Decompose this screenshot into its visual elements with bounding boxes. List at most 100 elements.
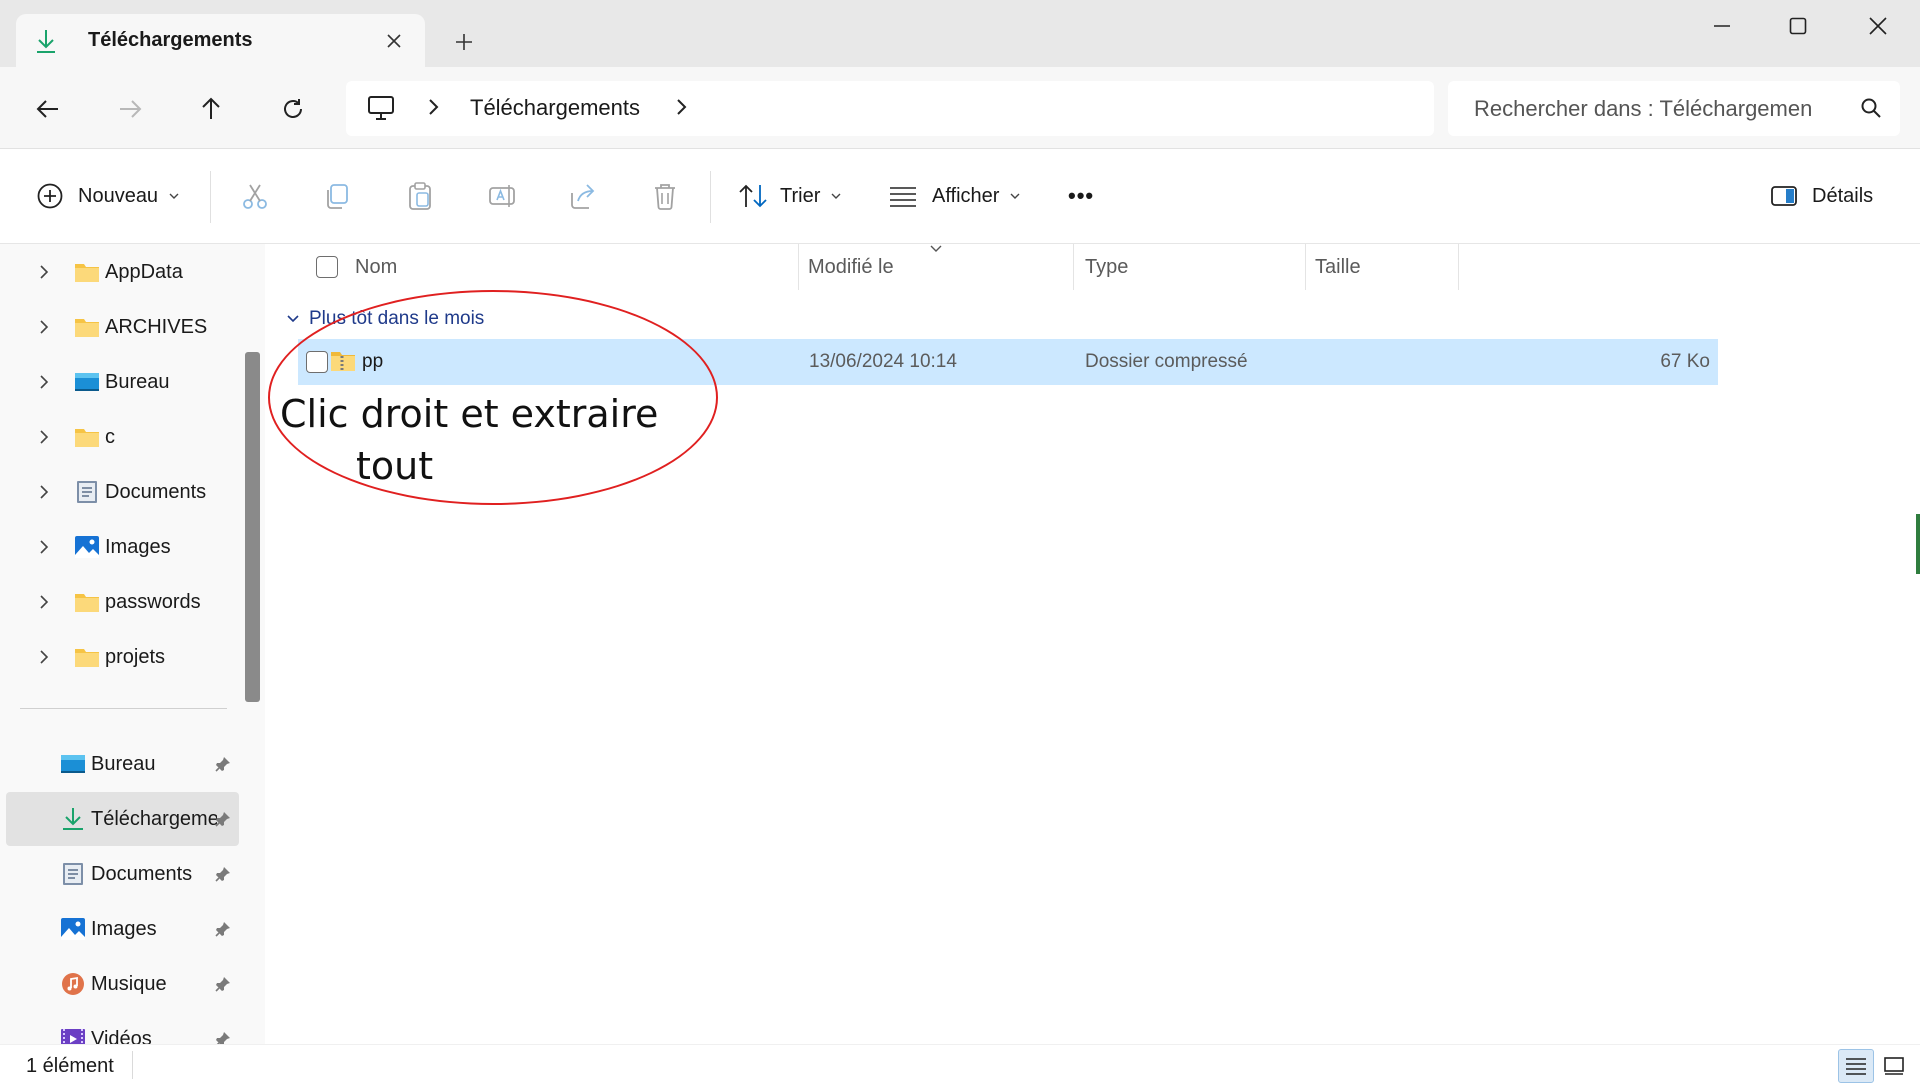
item-count: 1 élément <box>26 1055 114 1077</box>
sidebar-item-label: passwords <box>105 591 201 613</box>
sidebar-item-archives[interactable]: ARCHIVES <box>0 304 240 350</box>
chevron-right-icon[interactable] <box>38 483 50 501</box>
sort-button[interactable]: Trier <box>738 173 842 219</box>
arrow-right-icon <box>120 100 142 118</box>
tiles-view-button[interactable] <box>1876 1049 1912 1083</box>
details-pane-button[interactable]: Détails <box>1770 173 1873 219</box>
column-label: Type <box>1085 255 1129 278</box>
close-icon <box>1869 17 1887 35</box>
forward-button[interactable] <box>108 87 152 131</box>
search-input[interactable] <box>1448 81 1848 136</box>
column-header-size[interactable]: Taille <box>1315 244 1361 290</box>
refresh-icon <box>284 99 302 118</box>
computer-icon[interactable] <box>366 93 396 128</box>
paste-icon <box>409 182 431 210</box>
chevron-right-icon[interactable] <box>38 318 50 336</box>
close-tab-icon[interactable] <box>379 26 409 56</box>
paste-button[interactable] <box>405 173 435 219</box>
quick-access-telechargements[interactable]: Téléchargements <box>0 796 240 842</box>
details-label: Détails <box>1812 184 1874 207</box>
plus-circle-icon <box>37 183 63 209</box>
column-label: Taille <box>1315 255 1361 278</box>
folder-icon <box>75 264 99 282</box>
share-icon <box>571 184 595 209</box>
folder-icon <box>75 319 99 337</box>
refresh-button[interactable] <box>271 87 315 131</box>
address-bar[interactable]: Téléchargements <box>346 81 1434 136</box>
toolbar-separator <box>210 171 211 223</box>
sidebar-item-c[interactable]: c <box>0 414 240 460</box>
sidebar-item-passwords[interactable]: passwords <box>0 579 240 625</box>
column-header-name[interactable]: Nom <box>355 244 397 290</box>
column-label: Nom <box>355 255 398 278</box>
arrow-left-icon <box>36 100 58 118</box>
column-header-modified[interactable]: Modifié le <box>808 244 894 290</box>
sidebar-item-bureau[interactable]: Bureau <box>0 359 240 405</box>
chevron-right-icon[interactable] <box>38 648 50 666</box>
search-box[interactable] <box>1448 81 1900 136</box>
sidebar-item-documents[interactable]: Documents <box>0 469 240 515</box>
share-button[interactable] <box>568 173 598 219</box>
sidebar-scrollbar[interactable] <box>245 352 260 702</box>
sidebar-item-label: c <box>105 426 115 448</box>
status-bar: 1 élément <box>0 1044 1920 1086</box>
documents-icon <box>63 863 83 885</box>
chevron-right-icon[interactable] <box>426 97 440 122</box>
sidebar-item-appdata[interactable]: AppData <box>0 249 240 295</box>
column-separator[interactable] <box>1073 244 1074 290</box>
sort-descending-icon <box>930 245 942 252</box>
quick-access-musique[interactable]: Musique <box>0 961 240 1007</box>
column-label: Modifié le <box>808 255 894 278</box>
column-separator[interactable] <box>798 244 799 290</box>
chevron-right-icon[interactable] <box>38 263 50 281</box>
maximize-button[interactable] <box>1768 8 1828 44</box>
sidebar-item-projets[interactable]: projets <box>0 634 240 680</box>
pin-icon[interactable] <box>214 920 232 938</box>
chevron-right-icon[interactable] <box>38 593 50 611</box>
close-window-button[interactable] <box>1848 8 1908 44</box>
details-view-button[interactable] <box>1838 1049 1874 1083</box>
new-button[interactable]: Nouveau <box>36 173 180 219</box>
chevron-down-icon <box>287 315 299 323</box>
column-header-type[interactable]: Type <box>1085 244 1128 290</box>
up-button[interactable] <box>189 87 233 131</box>
chevron-down-icon <box>1010 193 1020 199</box>
music-icon <box>62 973 84 995</box>
desktop-icon <box>75 373 99 391</box>
chevron-right-icon[interactable] <box>38 538 50 556</box>
quick-access-documents[interactable]: Documents <box>0 851 240 897</box>
more-options-button[interactable]: ••• <box>1068 173 1094 219</box>
pin-icon[interactable] <box>214 975 232 993</box>
chevron-right-icon[interactable] <box>674 97 688 122</box>
column-separator[interactable] <box>1458 244 1459 290</box>
quick-access-label: Téléchargements <box>91 808 217 830</box>
chevron-right-icon[interactable] <box>38 428 50 446</box>
new-tab-button[interactable] <box>446 24 482 60</box>
quick-access-bureau[interactable]: Bureau <box>0 741 240 787</box>
column-separator[interactable] <box>1305 244 1306 290</box>
view-button[interactable]: Afficher <box>888 173 1021 219</box>
delete-button[interactable] <box>650 173 680 219</box>
back-button[interactable] <box>26 87 70 131</box>
tab-telechargements[interactable]: Téléchargements <box>16 14 425 67</box>
quick-access-label: Bureau <box>91 753 156 775</box>
minimize-button[interactable] <box>1692 8 1752 44</box>
minimize-icon <box>1714 25 1730 27</box>
sidebar-item-images[interactable]: Images <box>0 524 240 570</box>
rename-button[interactable] <box>487 173 517 219</box>
copy-button[interactable] <box>322 173 352 219</box>
quick-access-label: Images <box>91 918 157 940</box>
breadcrumb-telechargements[interactable]: Téléchargements <box>470 95 640 121</box>
pin-icon[interactable] <box>214 810 232 828</box>
details-view-icon <box>1846 1058 1866 1075</box>
cut-button[interactable] <box>240 173 270 219</box>
pin-icon[interactable] <box>214 865 232 883</box>
toolbar-separator <box>710 171 711 223</box>
arrow-up-icon <box>202 97 220 119</box>
select-all-checkbox[interactable] <box>316 256 338 278</box>
pin-icon[interactable] <box>214 755 232 773</box>
search-icon[interactable] <box>1860 97 1882 124</box>
chevron-down-icon <box>169 193 179 199</box>
quick-access-images[interactable]: Images <box>0 906 240 952</box>
chevron-right-icon[interactable] <box>38 373 50 391</box>
